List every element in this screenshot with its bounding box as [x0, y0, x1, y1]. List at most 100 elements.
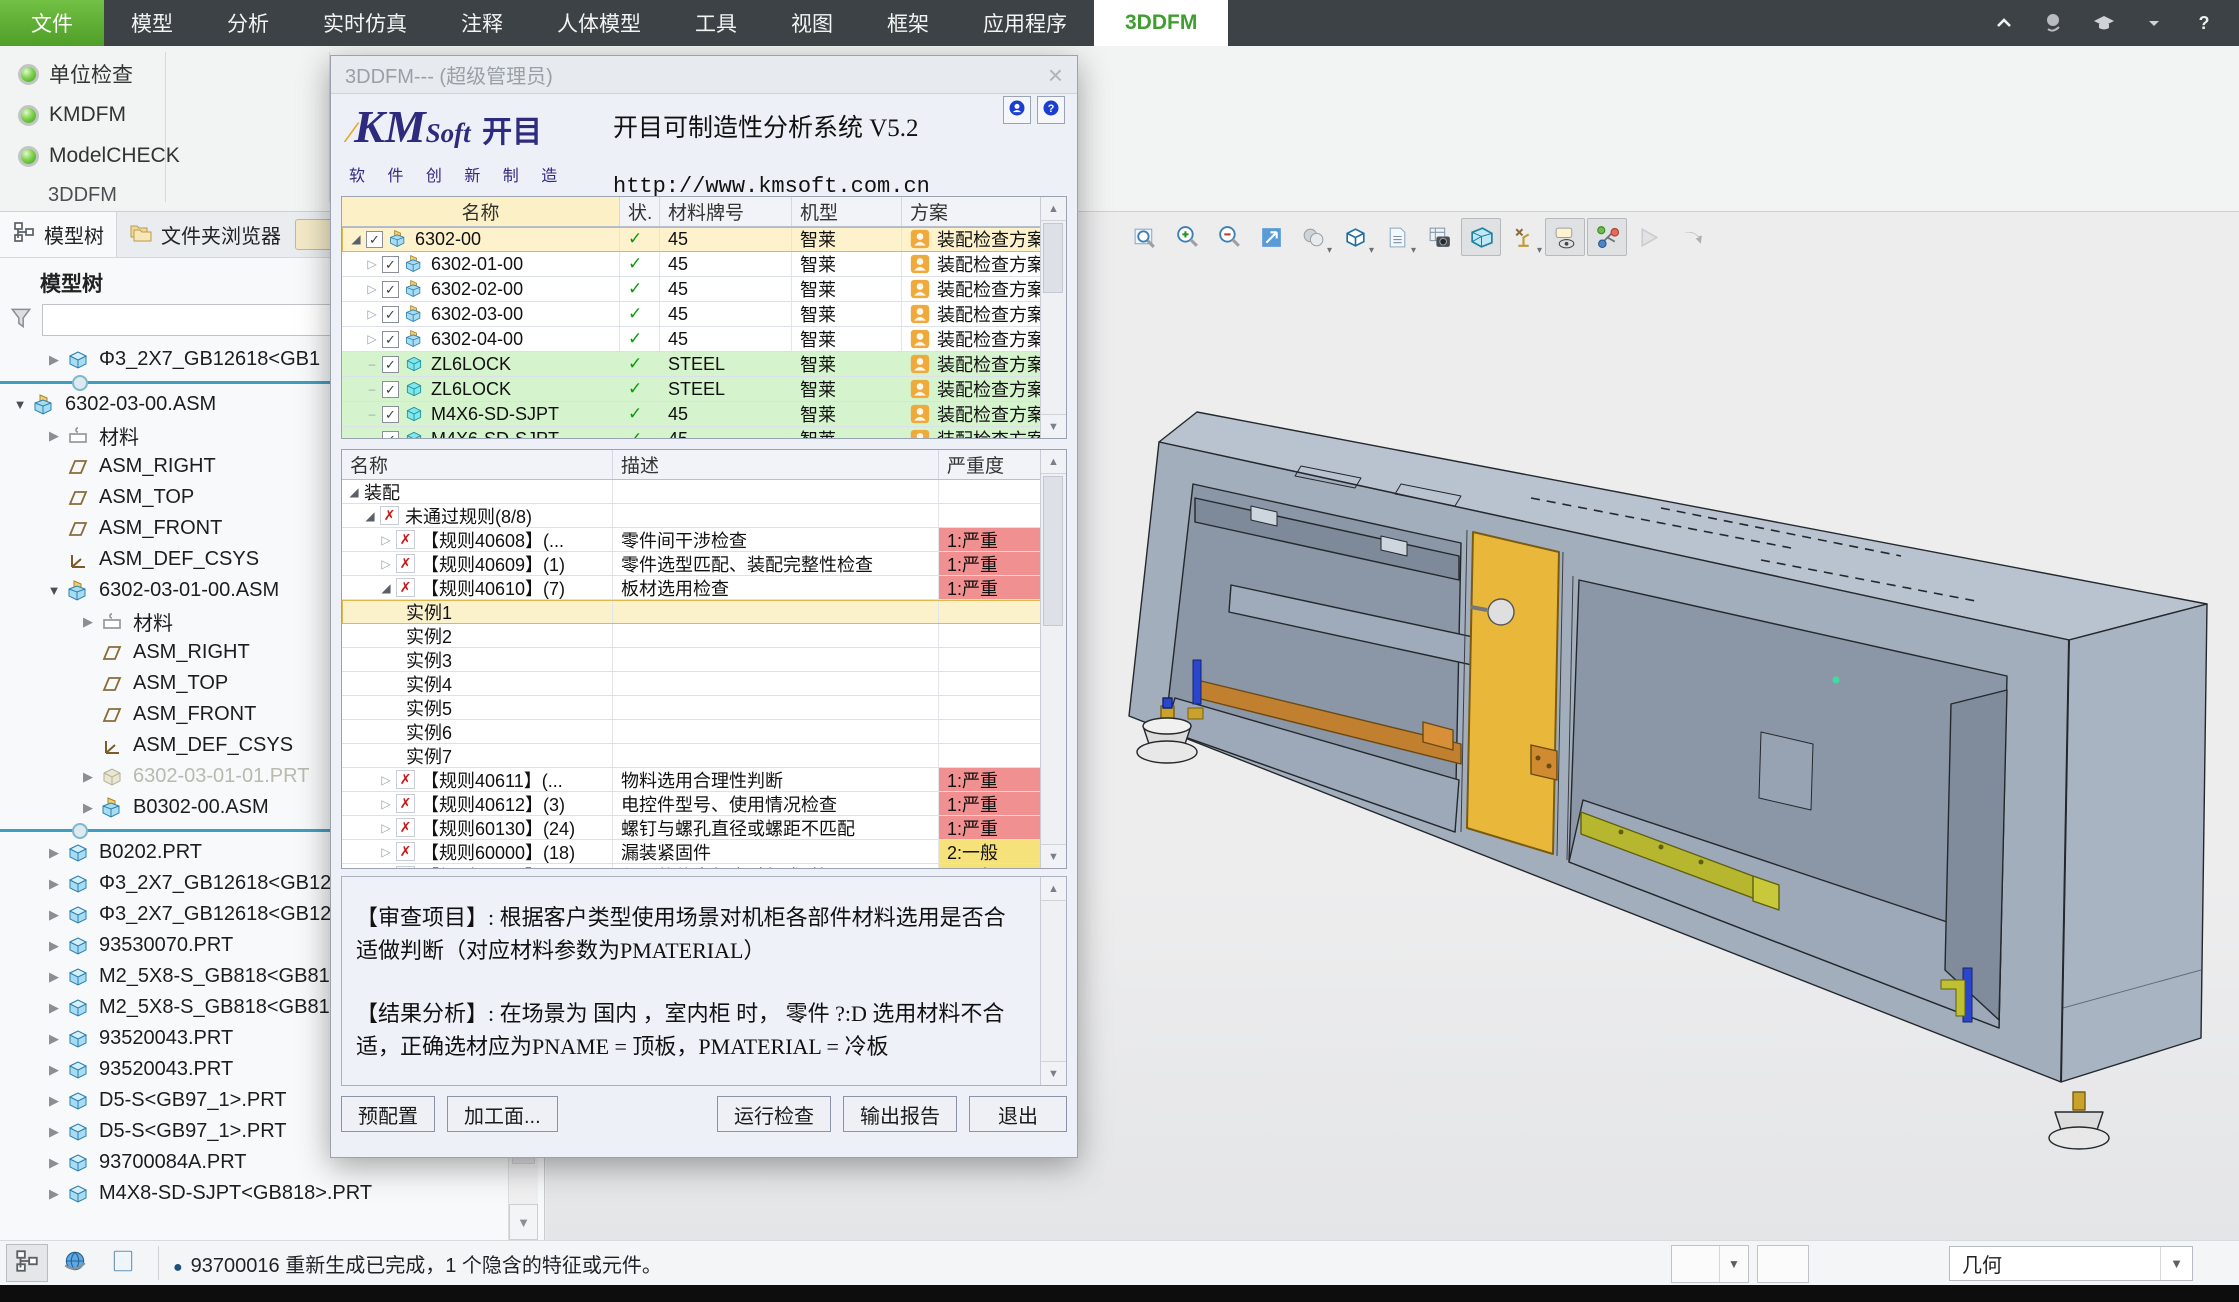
menu-item-5[interactable]: 注释 [434, 0, 530, 46]
help-icon[interactable]: ? [2191, 10, 2217, 36]
rule-row[interactable]: ▷✗【规则60130】(24)螺钉与螺孔直径或螺距不匹配1:严重 [342, 816, 1066, 840]
rule-row[interactable]: ◢✗【规则40610】(7)板材选用检查1:严重 [342, 576, 1066, 600]
collapse-icon[interactable] [1991, 10, 2017, 36]
help-button[interactable]: ? [1037, 96, 1065, 124]
rules-scrollbar[interactable]: ▲ ▼ [1040, 450, 1066, 868]
find-caret-button[interactable]: ▼ [1720, 1246, 1748, 1282]
column-header-1[interactable]: 名称 [342, 197, 620, 226]
expand-arrow-icon[interactable]: ▷ [362, 257, 382, 271]
column-header-2[interactable]: 状. [620, 197, 660, 226]
menu-item-4[interactable]: 实时仿真 [296, 0, 434, 46]
component-row[interactable]: –✓M4X6-SD-SJPT✓45智莱装配检查方案 [342, 402, 1066, 427]
expand-arrow-icon[interactable]: ▶ [42, 1155, 66, 1171]
component-row[interactable]: ▷✓6302-04-00✓45智莱装配检查方案 [342, 327, 1066, 352]
expand-arrow-icon[interactable]: ▷ [376, 821, 396, 835]
run-check-button[interactable]: 运行检查 [717, 1096, 831, 1132]
instance-row[interactable]: 实例3 [342, 648, 1066, 672]
checkbox[interactable]: ✓ [382, 406, 399, 423]
instance-row[interactable]: 实例2 [342, 624, 1066, 648]
rule-row[interactable]: ▷✗【规则60120】(14)紧固件伸出长度过长或过短2:一般 [342, 864, 1066, 869]
export-report-button[interactable]: 输出报告 [843, 1096, 957, 1132]
component-row[interactable]: –✓ZL6LOCK✓STEEL智莱装配检查方案 [342, 377, 1066, 402]
expand-arrow-icon[interactable]: ▶ [42, 938, 66, 954]
checkbox[interactable]: ✓ [382, 306, 399, 323]
expand-arrow-icon[interactable]: ▷ [362, 282, 382, 296]
menu-item-11[interactable]: 3DDFM [1094, 0, 1228, 46]
expand-arrow-icon[interactable]: ▶ [42, 907, 66, 923]
caret-down-icon[interactable]: ▾ [1327, 245, 1332, 256]
caret-down-icon[interactable]: ▾ [1369, 245, 1374, 256]
expand-arrow-icon[interactable]: ▶ [42, 1124, 66, 1140]
scrollbar-thumb[interactable] [1043, 476, 1063, 626]
expand-arrow-icon[interactable]: ▷ [376, 797, 396, 811]
column-header-3[interactable]: 严重度 [939, 450, 1042, 479]
zoom-out-icon[interactable] [1209, 218, 1249, 256]
repaint-icon[interactable] [1251, 218, 1291, 256]
perspective-icon[interactable] [1461, 218, 1501, 256]
cad-model-cabinet[interactable] [1101, 380, 2239, 1155]
expand-arrow-icon[interactable]: ▶ [76, 800, 100, 816]
component-row[interactable]: ▷✓6302-03-00✓45智莱装配检查方案 [342, 302, 1066, 327]
expand-arrow-icon[interactable]: ▷ [376, 773, 396, 787]
exit-button[interactable]: 退出 [969, 1096, 1067, 1132]
instance-row[interactable]: 实例6 [342, 720, 1066, 744]
menu-item-7[interactable]: 工具 [668, 0, 764, 46]
regenerate-button[interactable] [1585, 1245, 1629, 1283]
selection-filter-combo[interactable]: 几何 ▼ [1949, 1246, 2193, 1281]
rule-row[interactable]: ◢装配 [342, 480, 1066, 504]
datum-display-icon[interactable]: ▾ [1503, 218, 1543, 256]
zoom-fit-icon[interactable] [1125, 218, 1165, 256]
expand-arrow-icon[interactable]: ▶ [42, 1093, 66, 1109]
checkbox[interactable]: ✓ [366, 231, 383, 248]
rule-row[interactable]: ▷✗【规则40609】(1)零件选型匹配、装配完整性检查1:严重 [342, 552, 1066, 576]
collapse-arrow-icon[interactable]: ◢ [346, 232, 366, 246]
checkbox[interactable]: ✓ [382, 256, 399, 273]
machining-face-button[interactable]: 加工面... [447, 1096, 558, 1132]
rule-row[interactable]: ▷✗【规则60000】(18)漏装紧固件2:一般 [342, 840, 1066, 864]
learning-icon[interactable] [2091, 10, 2117, 36]
ribbon-button-单位检查[interactable]: 单位检查 [10, 56, 141, 92]
menu-item-2[interactable]: 模型 [104, 0, 200, 46]
column-header-1[interactable]: 名称 [342, 450, 613, 479]
ribbon-button-ModelCHECK[interactable]: ModelCHECK [10, 138, 188, 174]
drag-handle-icon[interactable] [72, 823, 88, 839]
instance-row[interactable]: 实例4 [342, 672, 1066, 696]
column-header-2[interactable]: 描述 [613, 450, 939, 479]
caret-down-icon[interactable]: ▾ [1411, 245, 1416, 256]
display-style-icon[interactable]: ▾ [1335, 218, 1375, 256]
scroll-up-arrow[interactable]: ▲ [1041, 197, 1066, 221]
dialog-titlebar[interactable]: 3DDFM--- (超级管理员) × [331, 56, 1077, 94]
expand-arrow-icon[interactable]: ▶ [76, 614, 100, 630]
find-button[interactable] [1672, 1246, 1720, 1282]
menu-item-10[interactable]: 应用程序 [956, 0, 1094, 46]
saved-views-icon[interactable]: ▾ [1377, 218, 1417, 256]
ribbon-button-KMDFM[interactable]: KMDFM [10, 97, 134, 133]
expand-arrow-icon[interactable]: ▷ [376, 869, 396, 870]
search-icon[interactable] [2041, 10, 2067, 36]
checkbox[interactable]: ✓ [382, 381, 399, 398]
expand-arrow-icon[interactable]: ▶ [42, 1062, 66, 1078]
scrollbar-thumb[interactable] [1043, 223, 1063, 293]
component-row[interactable]: ▷✓6302-01-00✓45智莱装配检查方案 [342, 252, 1066, 277]
scroll-up-arrow[interactable]: ▲ [1041, 877, 1066, 901]
rule-row[interactable]: ◢✗未通过规则(8/8) [342, 504, 1066, 528]
rule-row[interactable]: ▷✗【规则40608】(...零件间干涉检查1:严重 [342, 528, 1066, 552]
instance-row[interactable]: 实例7 [342, 744, 1066, 768]
menu-item-1[interactable]: 文件 [0, 0, 104, 46]
instance-row[interactable]: 实例1 [342, 600, 1066, 624]
menu-item-9[interactable]: 框架 [860, 0, 956, 46]
menu-item-3[interactable]: 分析 [200, 0, 296, 46]
expand-arrow-icon[interactable]: ▷ [376, 557, 396, 571]
rule-row[interactable]: ▷✗【规则40611】(...物料选用合理性判断1:严重 [342, 768, 1066, 792]
checkbox[interactable]: ✓ [382, 356, 399, 373]
caret-down-icon[interactable]: ▾ [1537, 245, 1542, 256]
tab-model-tree[interactable]: 模型树 [0, 212, 117, 257]
component-row[interactable]: –✓ZL6LOCK✓STEEL智莱装配检查方案 [342, 352, 1066, 377]
result-detail-panel[interactable]: 【审查项目】: 根据客户类型使用场景对机柜各部件材料选用是否合适做判断（对应材料… [341, 876, 1067, 1086]
spin-center-icon[interactable] [1587, 218, 1627, 256]
expand-arrow-icon[interactable]: ▶ [42, 352, 66, 368]
collapse-arrow-icon[interactable]: ▼ [8, 397, 32, 412]
view-capture-icon[interactable] [1419, 218, 1459, 256]
collapse-arrow-icon[interactable]: ◢ [360, 509, 380, 523]
collapse-arrow-icon[interactable]: ◢ [344, 485, 364, 499]
